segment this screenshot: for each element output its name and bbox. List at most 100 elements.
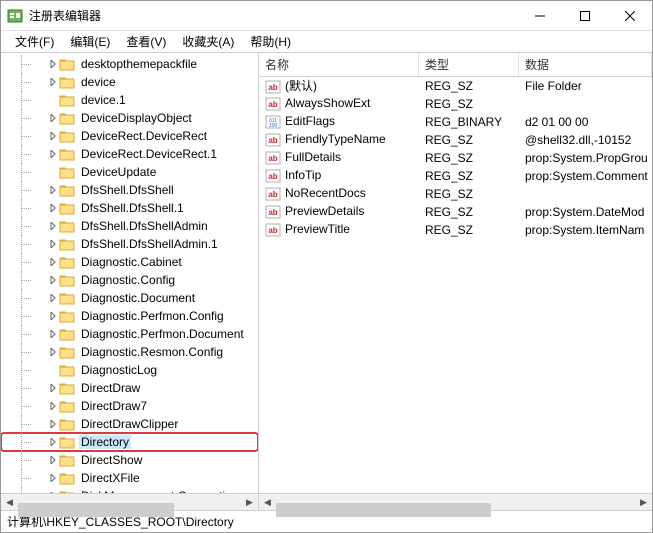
tree-item[interactable]: Diagnostic.Resmon.Config xyxy=(1,343,258,361)
list-scrollbar[interactable]: ◀ ▶ xyxy=(259,494,652,510)
tree-item[interactable]: DeviceDisplayObject xyxy=(1,109,258,127)
folder-icon xyxy=(59,237,75,251)
tree-item-label: Directory xyxy=(79,435,131,449)
expander-icon[interactable] xyxy=(47,114,59,122)
tree-guide xyxy=(9,145,47,163)
tree-item[interactable]: DfsShell.DfsShellAdmin.1 xyxy=(1,235,258,253)
expander-icon[interactable] xyxy=(47,456,59,464)
expander-icon[interactable] xyxy=(47,132,59,140)
expander-icon[interactable] xyxy=(47,348,59,356)
col-header-data[interactable]: 数据 xyxy=(519,53,652,76)
expander-icon[interactable] xyxy=(47,258,59,266)
expander-icon[interactable] xyxy=(47,78,59,86)
tree-item[interactable]: Diagnostic.Perfmon.Config xyxy=(1,307,258,325)
tree-item-label: Diagnostic.Cabinet xyxy=(79,255,184,269)
value-data-cell: @shell32.dll,-10152 xyxy=(519,133,652,147)
tree-item[interactable]: Diagnostic.Perfmon.Document xyxy=(1,325,258,343)
expander-icon[interactable] xyxy=(47,222,59,230)
tree-item[interactable]: DfsShell.DfsShell xyxy=(1,181,258,199)
tree-item[interactable]: DirectShow xyxy=(1,451,258,469)
list-row[interactable]: 011100EditFlagsREG_BINARYd2 01 00 00 xyxy=(259,113,652,131)
minimize-button[interactable] xyxy=(517,1,562,30)
list-row[interactable]: abAlwaysShowExtREG_SZ xyxy=(259,95,652,113)
scroll-left-icon[interactable]: ◀ xyxy=(1,494,18,511)
expander-icon[interactable] xyxy=(47,204,59,212)
list-pane[interactable]: 名称 类型 数据 ab(默认)REG_SZFile FolderabAlways… xyxy=(259,53,652,493)
expander-icon[interactable] xyxy=(47,150,59,158)
tree-item[interactable]: desktopthemepackfile xyxy=(1,55,258,73)
tree-item-label: Diagnostic.Perfmon.Document xyxy=(79,327,246,341)
folder-icon xyxy=(59,291,75,305)
tree-item[interactable]: DirectDraw7 xyxy=(1,397,258,415)
tree-item[interactable]: DfsShell.DfsShell.1 xyxy=(1,199,258,217)
list-row[interactable]: abFriendlyTypeNameREG_SZ@shell32.dll,-10… xyxy=(259,131,652,149)
tree-item[interactable]: DeviceRect.DeviceRect xyxy=(1,127,258,145)
list-row[interactable]: ab(默认)REG_SZFile Folder xyxy=(259,77,652,95)
tree-item[interactable]: DirectDrawClipper xyxy=(1,415,258,433)
menu-file[interactable]: 文件(F) xyxy=(7,31,62,52)
expander-icon[interactable] xyxy=(47,402,59,410)
scroll-left-icon[interactable]: ◀ xyxy=(259,494,276,511)
tree-item[interactable]: DirectDraw xyxy=(1,379,258,397)
tree-item[interactable]: Directory xyxy=(1,433,258,451)
window-controls xyxy=(517,1,652,30)
list-body: ab(默认)REG_SZFile FolderabAlwaysShowExtRE… xyxy=(259,77,652,239)
tree-item-label: device xyxy=(79,75,118,89)
value-name-cell: abNoRecentDocs xyxy=(259,186,419,202)
list-row[interactable]: abPreviewTitleREG_SZprop:System.ItemNam xyxy=(259,221,652,239)
tree-item[interactable]: device.1 xyxy=(1,91,258,109)
value-name: EditFlags xyxy=(285,114,335,128)
list-row[interactable]: abNoRecentDocsREG_SZ xyxy=(259,185,652,203)
tree-item-label: DirectXFile xyxy=(79,471,142,485)
tree-item[interactable]: DfsShell.DfsShellAdmin xyxy=(1,217,258,235)
expander-icon[interactable] xyxy=(47,60,59,68)
expander-icon[interactable] xyxy=(47,186,59,194)
col-header-type[interactable]: 类型 xyxy=(419,53,519,76)
close-button[interactable] xyxy=(607,1,652,30)
menu-edit[interactable]: 编辑(E) xyxy=(62,31,118,52)
tree-item[interactable]: device xyxy=(1,73,258,91)
expander-icon[interactable] xyxy=(47,240,59,248)
expander-icon[interactable] xyxy=(47,492,59,493)
maximize-button[interactable] xyxy=(562,1,607,30)
expander-icon[interactable] xyxy=(47,330,59,338)
tree-guide xyxy=(9,451,47,469)
expander-icon[interactable] xyxy=(47,294,59,302)
tree-item[interactable]: Diagnostic.Config xyxy=(1,271,258,289)
tree-item[interactable]: Diagnostic.Cabinet xyxy=(1,253,258,271)
tree-item[interactable]: DirectXFile xyxy=(1,469,258,487)
col-header-name[interactable]: 名称 xyxy=(259,53,419,76)
menu-favorites[interactable]: 收藏夹(A) xyxy=(174,31,242,52)
tree-guide xyxy=(9,91,47,109)
content-area: desktopthemepackfiledevicedevice.1Device… xyxy=(1,53,652,493)
folder-icon xyxy=(59,399,75,413)
expander-icon[interactable] xyxy=(47,438,59,446)
value-name-cell: 011100 EditFlags xyxy=(259,114,419,130)
tree-item[interactable]: DiagnosticLog xyxy=(1,361,258,379)
expander-icon[interactable] xyxy=(47,312,59,320)
value-type-cell: REG_SZ xyxy=(419,97,519,111)
scroll-right-icon[interactable]: ▶ xyxy=(241,494,258,511)
expander-icon[interactable] xyxy=(47,276,59,284)
list-row[interactable]: abPreviewDetailsREG_SZprop:System.DateMo… xyxy=(259,203,652,221)
tree-item[interactable]: DeviceRect.DeviceRect.1 xyxy=(1,145,258,163)
tree-scrollbar[interactable]: ◀ ▶ xyxy=(1,494,259,510)
expander-icon[interactable] xyxy=(47,420,59,428)
menu-help[interactable]: 帮助(H) xyxy=(242,31,299,52)
expander-icon[interactable] xyxy=(47,474,59,482)
list-row[interactable]: abFullDetailsREG_SZprop:System.PropGrou xyxy=(259,149,652,167)
tree-guide xyxy=(9,181,47,199)
binary-value-icon: 011100 xyxy=(265,114,281,130)
string-value-icon: ab xyxy=(265,96,281,112)
menu-view[interactable]: 查看(V) xyxy=(118,31,174,52)
app-icon xyxy=(7,8,23,24)
folder-icon xyxy=(59,219,75,233)
tree-item[interactable]: DeviceUpdate xyxy=(1,163,258,181)
tree-pane[interactable]: desktopthemepackfiledevicedevice.1Device… xyxy=(1,53,259,493)
tree-item[interactable]: Diagnostic.Document xyxy=(1,289,258,307)
tree-item[interactable]: DiskManagement.Connection xyxy=(1,487,258,493)
scroll-right-icon[interactable]: ▶ xyxy=(635,494,652,511)
list-row[interactable]: abInfoTipREG_SZprop:System.Comment xyxy=(259,167,652,185)
expander-icon[interactable] xyxy=(47,384,59,392)
value-type-cell: REG_SZ xyxy=(419,151,519,165)
